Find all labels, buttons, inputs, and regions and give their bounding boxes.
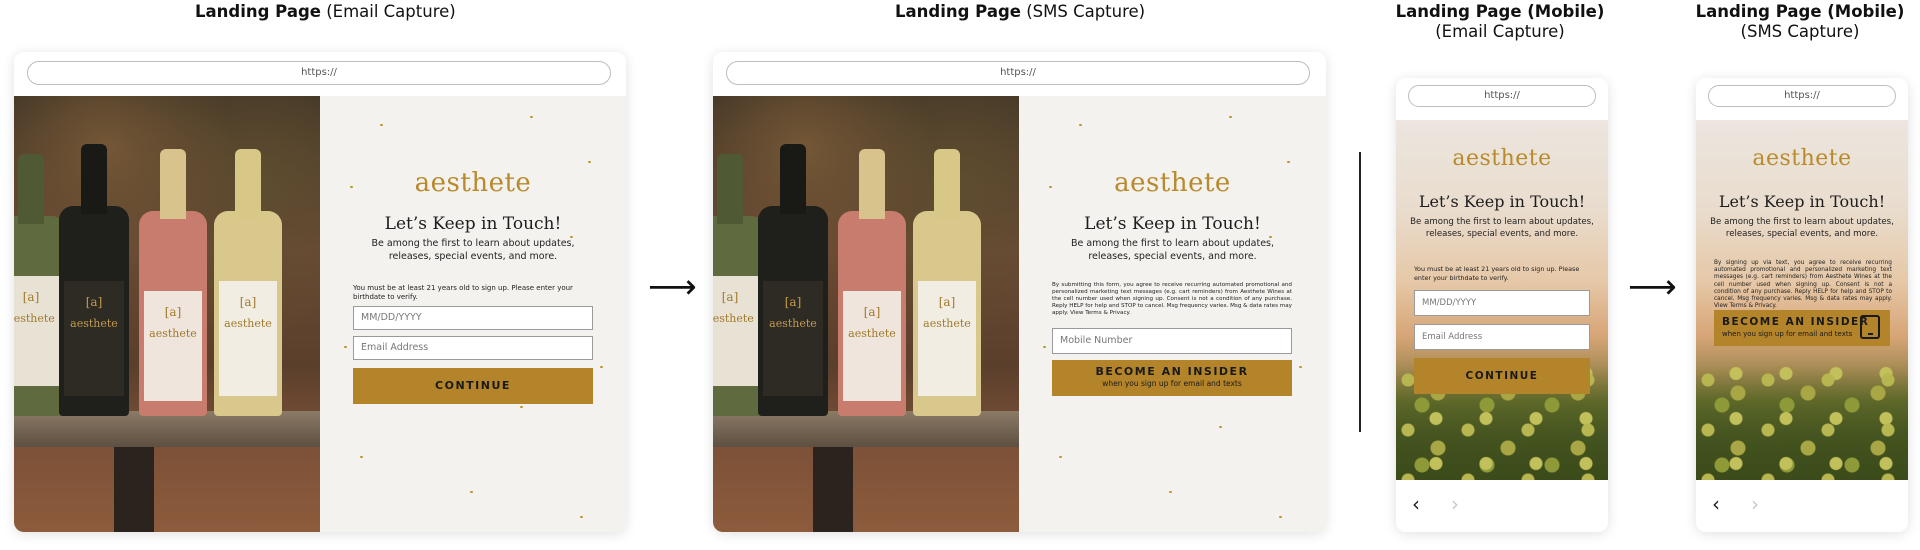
birthdate-input[interactable]: MM/DD/YYYY [1414, 290, 1590, 316]
page-heading: Let’s Keep in Touch! [384, 214, 562, 234]
back-button[interactable]: ‹ [1712, 494, 1720, 514]
subheading-line-2: releases, special events, and more. [1425, 229, 1579, 239]
mobile-email-frame: https:// aesthete Let’s Keep in Touch! B… [1396, 78, 1608, 532]
email-input[interactable]: Email Address [353, 336, 593, 360]
forward-button[interactable]: › [1451, 494, 1459, 514]
browser-nav-bar: ‹ › [1396, 480, 1608, 532]
url-bar[interactable]: https:// [27, 61, 611, 85]
signup-panel: aesthete Let’s Keep in Touch! Be among t… [320, 96, 626, 532]
section-title-desktop-email: Landing Page (Email Capture) [195, 2, 456, 21]
subheading-line-2: releases, special events, and more. [1725, 229, 1879, 239]
url-bar[interactable]: https:// [1408, 85, 1596, 107]
insider-sublabel: when you sign up for email and texts [1102, 379, 1242, 388]
section-title-mobile-sms: Landing Page (Mobile) (SMS Capture) [1695, 2, 1905, 41]
vineyard-photo: aesthete Let’s Keep in Touch! Be among t… [1696, 120, 1908, 480]
mobile-sms-frame: https:// aesthete Let’s Keep in Touch! B… [1696, 78, 1908, 532]
section-divider [1359, 152, 1361, 432]
signup-panel: aesthete Let’s Keep in Touch! Be among t… [1019, 96, 1326, 532]
insider-label: BECOME AN INSIDER [1095, 365, 1249, 378]
page-heading: Let’s Keep in Touch! [1718, 192, 1886, 211]
page-heading: Let’s Keep in Touch! [1418, 192, 1586, 211]
wine-bottles-photo: [a]aesthete [a]aesthete [a]aesthete [a]a… [14, 96, 320, 532]
become-insider-button[interactable]: BECOME AN INSIDER when you sign up for e… [1714, 310, 1890, 346]
forward-button[interactable]: › [1751, 494, 1759, 514]
flow-arrow-2: ⟶ [1628, 267, 1677, 307]
subheading-line-1: Be among the first to learn about update… [1410, 217, 1594, 227]
brand-logo: aesthete [1114, 168, 1231, 198]
back-button[interactable]: ‹ [1412, 494, 1420, 514]
phone-signup-icon [1860, 315, 1880, 339]
sms-consent-text: By signing up via text, you agree to rec… [1714, 260, 1892, 310]
age-notice: You must be at least 21 years old to sig… [1414, 265, 1580, 282]
brand-logo: aesthete [1752, 146, 1852, 171]
section-title-desktop-sms: Landing Page (SMS Capture) [895, 2, 1146, 21]
continue-button[interactable]: CONTINUE [1414, 358, 1590, 394]
continue-button[interactable]: CONTINUE [353, 368, 593, 404]
url-bar[interactable]: https:// [1708, 85, 1896, 107]
vineyard-photo: aesthete Let’s Keep in Touch! Be among t… [1396, 120, 1608, 480]
desktop-sms-frame: https:// [a]aesthete [a]aesthete [a]aest… [713, 52, 1326, 532]
url-bar[interactable]: https:// [726, 61, 1310, 85]
age-notice: You must be at least 21 years old to sig… [353, 284, 573, 301]
brand-logo: aesthete [1452, 146, 1552, 171]
desktop-email-frame: https:// [a]aesthete [a]aesthete [a]aest… [14, 52, 626, 532]
subheading-line-1: Be among the first to learn about update… [1070, 238, 1275, 249]
email-input[interactable]: Email Address [1414, 324, 1590, 350]
subheading-line-1: Be among the first to learn about update… [1710, 217, 1894, 227]
flow-arrow-1: ⟶ [648, 267, 697, 307]
wine-bottles-photo: [a]aesthete [a]aesthete [a]aesthete [a]a… [713, 96, 1019, 532]
mobile-number-input[interactable]: Mobile Number [1052, 328, 1292, 354]
page-heading: Let’s Keep in Touch! [1084, 214, 1261, 234]
become-insider-button[interactable]: BECOME AN INSIDER when you sign up for e… [1052, 360, 1292, 396]
subheading-line-2: releases, special events, and more. [1088, 251, 1257, 262]
sms-consent-text: By submitting this form, you agree to re… [1052, 282, 1292, 316]
subheading-line-2: releases, special events, and more. [388, 251, 558, 262]
birthdate-input[interactable]: MM/DD/YYYY [353, 306, 593, 330]
subheading-line-1: Be among the first to learn about update… [371, 238, 575, 249]
section-title-mobile-email: Landing Page (Mobile) (Email Capture) [1395, 2, 1605, 41]
brand-logo: aesthete [414, 168, 532, 198]
browser-nav-bar: ‹ › [1696, 480, 1908, 532]
insider-label: BECOME AN INSIDER [1722, 316, 1870, 328]
